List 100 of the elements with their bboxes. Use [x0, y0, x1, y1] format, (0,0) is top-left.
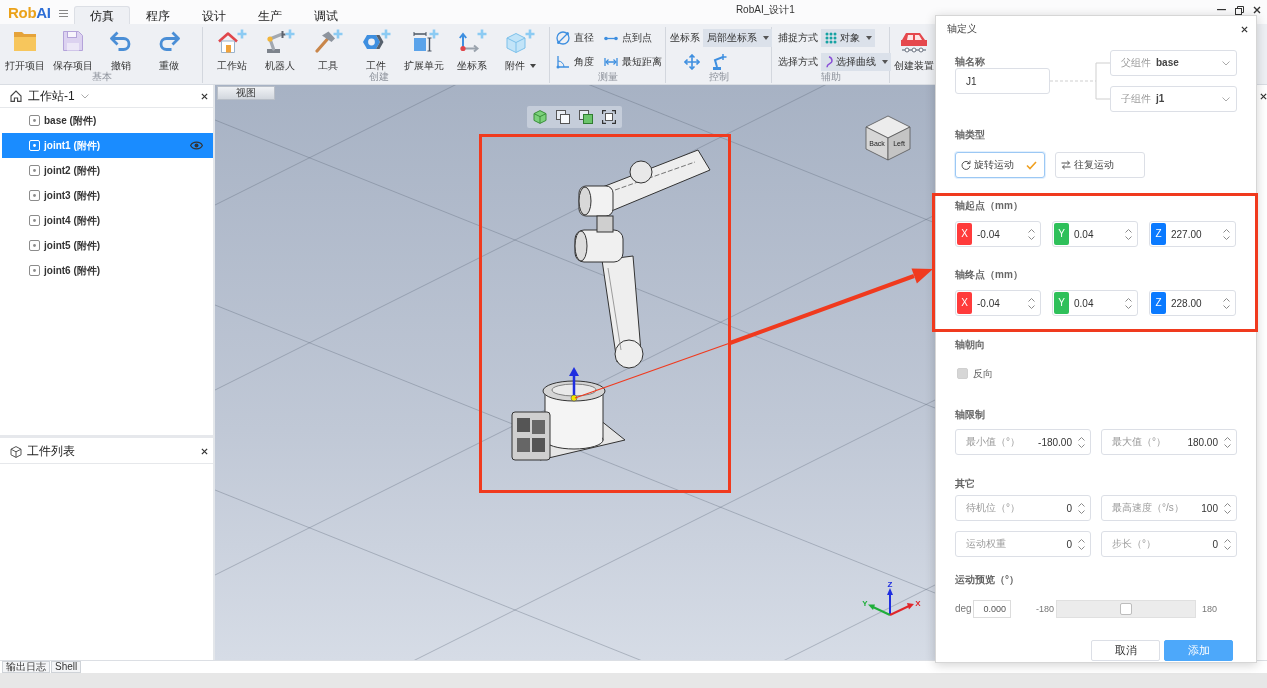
ribbon-button[interactable]: 扩展单元	[400, 27, 448, 71]
group-label: 控制	[708, 71, 729, 83]
stepper-icon[interactable]	[1125, 297, 1132, 309]
spin-box[interactable]: 步长（°） 0	[1101, 531, 1237, 557]
move-arrows-icon[interactable]	[684, 54, 700, 70]
number-input[interactable]: 0	[1006, 534, 1078, 554]
ribbon-button[interactable]: 撤销	[97, 27, 145, 71]
stepper-icon[interactable]	[1078, 538, 1085, 550]
swap-arrows-icon	[1061, 160, 1071, 170]
close-icon[interactable]	[201, 92, 208, 100]
stepper-icon[interactable]	[1224, 538, 1231, 550]
stepper-icon[interactable]	[1224, 436, 1231, 448]
tool-button[interactable]: 点到点	[604, 29, 662, 47]
spin-box[interactable]: Y 0.04	[1052, 290, 1138, 316]
cancel-button[interactable]: 取消	[1091, 640, 1160, 661]
component-select[interactable]: 父组件 base	[1110, 50, 1237, 76]
menu-icon[interactable]	[58, 10, 68, 17]
menu-tab[interactable]: 程序	[129, 6, 186, 24]
tool-button[interactable]: 角度	[556, 53, 594, 71]
stacked-squares-icon[interactable]	[579, 110, 593, 124]
number-input[interactable]: 0.04	[1070, 293, 1125, 313]
ribbon-button[interactable]: 创建装置	[890, 27, 938, 71]
component-select[interactable]: 子组件 j1	[1110, 86, 1237, 112]
tool-button[interactable]: 直径	[556, 29, 594, 47]
spin-box[interactable]: Z 227.00	[1149, 221, 1236, 247]
number-input[interactable]: 0	[1156, 534, 1224, 554]
stepper-icon[interactable]	[1078, 502, 1085, 514]
tree-item[interactable]: joint3 (附件)	[2, 183, 213, 208]
ribbon-button[interactable]: 保存项目	[49, 27, 97, 71]
dropdown[interactable]: 对象	[821, 29, 875, 47]
stepper-icon[interactable]	[1223, 228, 1230, 240]
logo-text: AI	[36, 3, 51, 22]
option-button[interactable]: 往复运动	[1055, 152, 1145, 178]
chevron-down-icon[interactable]	[80, 93, 89, 99]
ribbon-button[interactable]: 重做	[145, 27, 193, 71]
spin-box[interactable]: X -0.04	[955, 221, 1041, 247]
ribbon-button[interactable]: 打开项目	[1, 27, 49, 71]
number-input[interactable]: -0.04	[973, 224, 1028, 244]
number-input[interactable]: -0.04	[973, 293, 1028, 313]
square-corners-icon[interactable]	[602, 110, 616, 124]
eye-icon[interactable]	[190, 141, 203, 150]
restore-icon[interactable]	[1235, 5, 1244, 15]
slider-track[interactable]	[1056, 600, 1196, 618]
tree-item[interactable]: joint6 (附件)	[2, 258, 213, 283]
number-input[interactable]: 0	[1020, 498, 1078, 518]
bottom-tab[interactable]: Shell	[51, 661, 82, 673]
number-input[interactable]: -180.00	[1020, 432, 1078, 452]
tree-item[interactable]: joint4 (附件)	[2, 208, 213, 233]
number-input[interactable]: 0.000	[973, 600, 1011, 618]
close-icon[interactable]	[1241, 25, 1248, 33]
view-tab[interactable]: 视图	[217, 86, 275, 100]
text-field[interactable]: J1	[955, 68, 1050, 94]
stepper-icon[interactable]	[1028, 297, 1035, 309]
number-input[interactable]: 180.00	[1166, 432, 1224, 452]
menu-tab[interactable]: 设计	[185, 6, 242, 24]
tree-item[interactable]: joint5 (附件)	[2, 233, 213, 258]
stepper-icon[interactable]	[1224, 502, 1231, 514]
stepper-icon[interactable]	[1028, 228, 1035, 240]
close-icon[interactable]	[1253, 6, 1261, 14]
tree-item[interactable]: joint2 (附件)	[2, 158, 213, 183]
tree-item[interactable]: base (附件)	[2, 108, 213, 133]
spin-box[interactable]: Y 0.04	[1052, 221, 1138, 247]
menu-tab[interactable]: 调试	[297, 6, 354, 24]
slider-thumb[interactable]	[1120, 603, 1132, 615]
ribbon-button[interactable]: 附件	[496, 27, 544, 71]
spin-box[interactable]: 最小值（°） -180.00	[955, 429, 1091, 455]
number-input[interactable]: 228.00	[1167, 293, 1223, 313]
robot-arm-icon[interactable]	[711, 54, 727, 70]
menu-tab[interactable]: 仿真	[73, 6, 130, 24]
bottom-tab[interactable]: 输出日志	[2, 661, 50, 673]
dropdown[interactable]: 选择曲线	[821, 53, 891, 71]
number-input[interactable]: 0.04	[1070, 224, 1125, 244]
ribbon-button[interactable]: 机器人	[256, 27, 304, 71]
option-button[interactable]: 旋转运动	[955, 152, 1045, 178]
ribbon-button[interactable]: 工件	[352, 27, 400, 71]
spin-box[interactable]: 待机位（°） 0	[955, 495, 1091, 521]
number-input[interactable]: 227.00	[1167, 224, 1223, 244]
dropdown[interactable]: 局部坐标系	[703, 29, 772, 47]
minimize-icon[interactable]	[1217, 9, 1226, 11]
spin-box[interactable]: X -0.04	[955, 290, 1041, 316]
tool-button[interactable]: 最短距离	[604, 53, 662, 71]
spin-box[interactable]: 运动权重 0	[955, 531, 1091, 557]
spin-box[interactable]: Z 228.00	[1149, 290, 1236, 316]
ribbon-button[interactable]: 坐标系	[448, 27, 496, 71]
spin-box[interactable]: 最大值（°） 180.00	[1101, 429, 1237, 455]
ribbon-button[interactable]: 工具	[304, 27, 352, 71]
stepper-icon[interactable]	[1078, 436, 1085, 448]
cube-icon[interactable]	[533, 110, 547, 124]
close-icon[interactable]	[201, 448, 208, 455]
stepper-icon[interactable]	[1223, 297, 1230, 309]
view-cube[interactable]	[865, 115, 911, 161]
spin-box[interactable]: 最高速度（°/s） 100	[1101, 495, 1237, 521]
axis-tag: Y	[1054, 292, 1069, 314]
undo-icon	[110, 31, 132, 51]
stepper-icon[interactable]	[1125, 228, 1132, 240]
close-icon[interactable]	[1260, 92, 1267, 100]
number-input[interactable]: 100	[1183, 498, 1224, 518]
stacked-squares-icon[interactable]	[556, 110, 570, 124]
ribbon-button[interactable]: 工作站	[208, 27, 256, 71]
menu-tab[interactable]: 生产	[241, 6, 298, 24]
